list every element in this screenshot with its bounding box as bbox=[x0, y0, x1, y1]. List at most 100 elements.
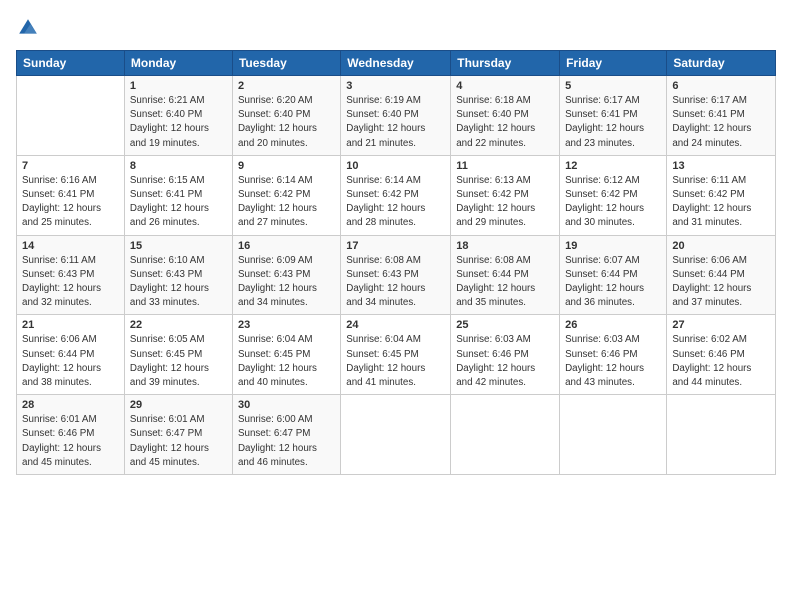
day-info: Sunrise: 6:17 AM Sunset: 6:41 PM Dayligh… bbox=[565, 94, 661, 151]
day-info: Sunrise: 6:08 AM Sunset: 6:44 PM Dayligh… bbox=[456, 254, 554, 311]
day-info: Sunrise: 6:09 AM Sunset: 6:43 PM Dayligh… bbox=[238, 254, 335, 311]
calendar-week-4: 28 Sunrise: 6:01 AM Sunset: 6:46 PM Dayli… bbox=[17, 395, 776, 475]
day-number: 29 bbox=[130, 399, 227, 411]
day-header-monday: Monday bbox=[124, 51, 232, 76]
calendar-cell bbox=[451, 395, 560, 475]
day-number: 23 bbox=[238, 319, 335, 331]
calendar-cell: 10Sunrise: 6:14 AM Sunset: 6:42 PM Dayli… bbox=[341, 155, 451, 235]
day-info: Sunrise: 6:06 AM Sunset: 6:44 PM Dayligh… bbox=[22, 333, 119, 390]
calendar-cell: 14Sunrise: 6:11 AM Sunset: 6:43 PM Dayli… bbox=[17, 235, 125, 315]
logo-icon bbox=[16, 16, 40, 40]
day-number: 21 bbox=[22, 319, 119, 331]
calendar-week-3: 21 Sunrise: 6:06 AM Sunset: 6:44 PM Dayli… bbox=[17, 315, 776, 395]
day-info: Sunrise: 6:07 AM Sunset: 6:44 PM Dayligh… bbox=[565, 254, 661, 311]
calendar-cell: 18 Sunrise: 6:08 AM Sunset: 6:44 PM Dayli… bbox=[451, 235, 560, 315]
calendar-cell: 2 Sunrise: 6:20 AM Sunset: 6:40 PM Daylig… bbox=[232, 76, 340, 156]
day-number: 26 bbox=[565, 319, 661, 331]
day-info: Sunrise: 6:01 AM Sunset: 6:46 PM Dayligh… bbox=[22, 413, 119, 470]
day-info: Sunrise: 6:04 AM Sunset: 6:45 PM Dayligh… bbox=[238, 333, 335, 390]
calendar-cell: 4 Sunrise: 6:18 AM Sunset: 6:40 PM Daylig… bbox=[451, 76, 560, 156]
calendar-cell: 27 Sunrise: 6:02 AM Sunset: 6:46 PM Dayli… bbox=[667, 315, 776, 395]
calendar-week-1: 7Sunrise: 6:16 AM Sunset: 6:41 PM Daylig… bbox=[17, 155, 776, 235]
day-info: Sunrise: 6:04 AM Sunset: 6:45 PM Dayligh… bbox=[346, 333, 445, 390]
calendar-cell: 21 Sunrise: 6:06 AM Sunset: 6:44 PM Dayli… bbox=[17, 315, 125, 395]
calendar-cell bbox=[341, 395, 451, 475]
day-number: 11 bbox=[456, 160, 554, 172]
day-number: 13 bbox=[672, 160, 770, 172]
calendar-cell: 25 Sunrise: 6:03 AM Sunset: 6:46 PM Dayli… bbox=[451, 315, 560, 395]
calendar-cell: 11 Sunrise: 6:13 AM Sunset: 6:42 PM Dayli… bbox=[451, 155, 560, 235]
day-info: Sunrise: 6:18 AM Sunset: 6:40 PM Dayligh… bbox=[456, 94, 554, 151]
calendar-cell: 7Sunrise: 6:16 AM Sunset: 6:41 PM Daylig… bbox=[17, 155, 125, 235]
calendar-table: SundayMondayTuesdayWednesdayThursdayFrid… bbox=[16, 50, 776, 475]
day-number: 14 bbox=[22, 240, 119, 252]
day-info: Sunrise: 6:06 AM Sunset: 6:44 PM Dayligh… bbox=[672, 254, 770, 311]
day-number: 8 bbox=[130, 160, 227, 172]
day-info: Sunrise: 6:15 AM Sunset: 6:41 PM Dayligh… bbox=[130, 174, 227, 231]
day-number: 6 bbox=[672, 80, 770, 92]
day-header-friday: Friday bbox=[560, 51, 667, 76]
calendar-cell: 28 Sunrise: 6:01 AM Sunset: 6:46 PM Dayli… bbox=[17, 395, 125, 475]
day-number: 18 bbox=[456, 240, 554, 252]
day-info: Sunrise: 6:01 AM Sunset: 6:47 PM Dayligh… bbox=[130, 413, 227, 470]
calendar-cell: 8 Sunrise: 6:15 AM Sunset: 6:41 PM Daylig… bbox=[124, 155, 232, 235]
day-info: Sunrise: 6:19 AM Sunset: 6:40 PM Dayligh… bbox=[346, 94, 445, 151]
header bbox=[16, 16, 776, 40]
day-info: Sunrise: 6:03 AM Sunset: 6:46 PM Dayligh… bbox=[565, 333, 661, 390]
calendar-cell: 15 Sunrise: 6:10 AM Sunset: 6:43 PM Dayli… bbox=[124, 235, 232, 315]
day-number: 4 bbox=[456, 80, 554, 92]
calendar-cell: 23 Sunrise: 6:04 AM Sunset: 6:45 PM Dayli… bbox=[232, 315, 340, 395]
calendar-cell: 13 Sunrise: 6:11 AM Sunset: 6:42 PM Dayli… bbox=[667, 155, 776, 235]
calendar-cell: 12 Sunrise: 6:12 AM Sunset: 6:42 PM Dayli… bbox=[560, 155, 667, 235]
calendar-cell: 19Sunrise: 6:07 AM Sunset: 6:44 PM Dayli… bbox=[560, 235, 667, 315]
calendar-cell: 20Sunrise: 6:06 AM Sunset: 6:44 PM Dayli… bbox=[667, 235, 776, 315]
day-info: Sunrise: 6:00 AM Sunset: 6:47 PM Dayligh… bbox=[238, 413, 335, 470]
calendar-cell: 9Sunrise: 6:14 AM Sunset: 6:42 PM Daylig… bbox=[232, 155, 340, 235]
day-info: Sunrise: 6:10 AM Sunset: 6:43 PM Dayligh… bbox=[130, 254, 227, 311]
day-info: Sunrise: 6:21 AM Sunset: 6:40 PM Dayligh… bbox=[130, 94, 227, 151]
day-number: 30 bbox=[238, 399, 335, 411]
day-info: Sunrise: 6:08 AM Sunset: 6:43 PM Dayligh… bbox=[346, 254, 445, 311]
day-info: Sunrise: 6:11 AM Sunset: 6:42 PM Dayligh… bbox=[672, 174, 770, 231]
day-info: Sunrise: 6:17 AM Sunset: 6:41 PM Dayligh… bbox=[672, 94, 770, 151]
calendar-body: 1Sunrise: 6:21 AM Sunset: 6:40 PM Daylig… bbox=[17, 76, 776, 475]
day-number: 5 bbox=[565, 80, 661, 92]
day-number: 12 bbox=[565, 160, 661, 172]
calendar-cell bbox=[667, 395, 776, 475]
day-number: 10 bbox=[346, 160, 445, 172]
day-info: Sunrise: 6:12 AM Sunset: 6:42 PM Dayligh… bbox=[565, 174, 661, 231]
calendar-cell: 3Sunrise: 6:19 AM Sunset: 6:40 PM Daylig… bbox=[341, 76, 451, 156]
calendar-cell: 16 Sunrise: 6:09 AM Sunset: 6:43 PM Dayli… bbox=[232, 235, 340, 315]
calendar-cell: 22 Sunrise: 6:05 AM Sunset: 6:45 PM Dayli… bbox=[124, 315, 232, 395]
day-number: 17 bbox=[346, 240, 445, 252]
calendar-header: SundayMondayTuesdayWednesdayThursdayFrid… bbox=[17, 51, 776, 76]
day-number: 27 bbox=[672, 319, 770, 331]
calendar-cell: 30 Sunrise: 6:00 AM Sunset: 6:47 PM Dayli… bbox=[232, 395, 340, 475]
calendar-cell: 29 Sunrise: 6:01 AM Sunset: 6:47 PM Dayli… bbox=[124, 395, 232, 475]
day-header-tuesday: Tuesday bbox=[232, 51, 340, 76]
header-row: SundayMondayTuesdayWednesdayThursdayFrid… bbox=[17, 51, 776, 76]
day-number: 9 bbox=[238, 160, 335, 172]
calendar-cell: 5 Sunrise: 6:17 AM Sunset: 6:41 PM Daylig… bbox=[560, 76, 667, 156]
page: SundayMondayTuesdayWednesdayThursdayFrid… bbox=[0, 0, 792, 612]
day-header-thursday: Thursday bbox=[451, 51, 560, 76]
calendar-cell: 17 Sunrise: 6:08 AM Sunset: 6:43 PM Dayli… bbox=[341, 235, 451, 315]
day-info: Sunrise: 6:13 AM Sunset: 6:42 PM Dayligh… bbox=[456, 174, 554, 231]
day-number: 25 bbox=[456, 319, 554, 331]
calendar-cell bbox=[17, 76, 125, 156]
day-number: 7 bbox=[22, 160, 119, 172]
day-number: 28 bbox=[22, 399, 119, 411]
day-number: 16 bbox=[238, 240, 335, 252]
day-info: Sunrise: 6:20 AM Sunset: 6:40 PM Dayligh… bbox=[238, 94, 335, 151]
day-number: 22 bbox=[130, 319, 227, 331]
day-number: 15 bbox=[130, 240, 227, 252]
day-info: Sunrise: 6:05 AM Sunset: 6:45 PM Dayligh… bbox=[130, 333, 227, 390]
calendar-cell: 1Sunrise: 6:21 AM Sunset: 6:40 PM Daylig… bbox=[124, 76, 232, 156]
day-header-saturday: Saturday bbox=[667, 51, 776, 76]
calendar-week-0: 1Sunrise: 6:21 AM Sunset: 6:40 PM Daylig… bbox=[17, 76, 776, 156]
calendar-cell: 6 Sunrise: 6:17 AM Sunset: 6:41 PM Daylig… bbox=[667, 76, 776, 156]
day-info: Sunrise: 6:02 AM Sunset: 6:46 PM Dayligh… bbox=[672, 333, 770, 390]
day-number: 2 bbox=[238, 80, 335, 92]
day-info: Sunrise: 6:03 AM Sunset: 6:46 PM Dayligh… bbox=[456, 333, 554, 390]
calendar-cell: 26 Sunrise: 6:03 AM Sunset: 6:46 PM Dayli… bbox=[560, 315, 667, 395]
